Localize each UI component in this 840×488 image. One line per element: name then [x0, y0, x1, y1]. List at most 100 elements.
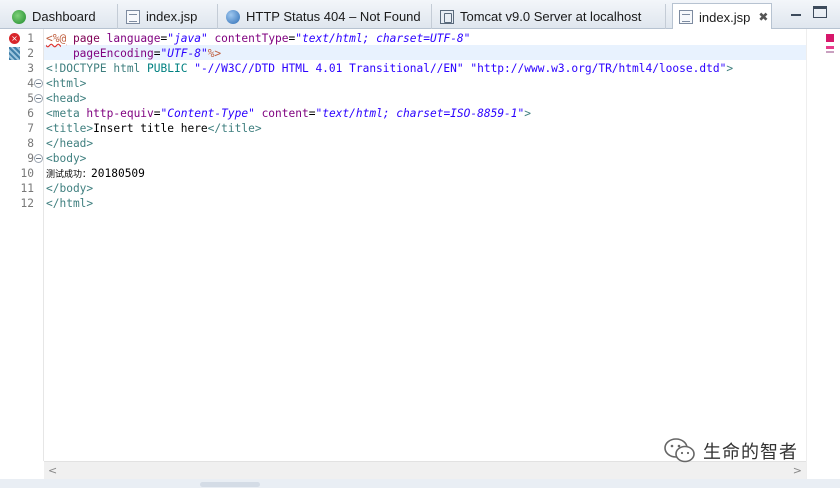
minimize-icon[interactable] — [789, 6, 803, 18]
wechat-logo-icon — [664, 438, 695, 463]
code-token: > — [726, 62, 734, 75]
code-token: 测试成功： — [46, 170, 92, 180]
tab-label: index.jsp — [699, 9, 751, 25]
tab-index-jsp[interactable]: index.jsp — [120, 4, 218, 29]
fold-toggle-icon[interactable] — [34, 79, 43, 88]
code-token: "text/html; charset=ISO-8859-1" — [315, 107, 525, 120]
code-text: <!DOCTYPE html PUBLIC "-//W3C//DTD HTML … — [46, 61, 733, 76]
maximize-icon[interactable] — [813, 6, 827, 18]
error-marker-icon[interactable]: × — [9, 33, 20, 44]
code-text: <title>Insert title here</title> — [46, 121, 262, 136]
code-text: <html> — [46, 76, 86, 91]
code-token: </title> — [207, 122, 262, 135]
line-number: 11 — [20, 182, 34, 195]
tab-label: index.jsp — [146, 9, 198, 24]
code-token: = — [153, 47, 161, 60]
code-text: </body> — [46, 181, 93, 196]
code-token: http-equiv — [86, 107, 154, 120]
code-editor[interactable]: 1 × <%@ page language="java" contentType="… — [0, 29, 840, 488]
code-token: </html> — [46, 197, 94, 210]
code-token: PUBLIC — [147, 62, 195, 75]
annotation-overview-marker[interactable] — [826, 51, 834, 53]
code-text: pageEncoding="UTF-8"%> — [46, 46, 221, 61]
jsp-file-icon — [126, 9, 140, 24]
globe-icon — [226, 9, 240, 24]
tab-index-jsp-active[interactable]: index.jsp ✖ — [672, 3, 772, 30]
watermark: 生命的智者 — [663, 437, 798, 465]
code-token: <head> — [46, 92, 87, 105]
code-token: </body> — [46, 182, 94, 195]
code-line[interactable]: 6 <meta http-equiv="Content-Type" content… — [0, 106, 800, 121]
code-line[interactable]: 1 × <%@ page language="java" contentType="… — [0, 31, 800, 46]
watermark-text: 生命的智者 — [703, 442, 798, 463]
code-token: </head> — [46, 137, 94, 150]
code-line[interactable]: 10 测试成功：20180509 — [0, 166, 800, 181]
code-token: pageEncoding — [46, 47, 154, 60]
server-icon — [440, 9, 454, 24]
code-token: language — [106, 32, 161, 45]
overview-ruler[interactable] — [806, 29, 840, 488]
code-token: 20180509 — [91, 167, 145, 180]
code-token: <%@ — [46, 32, 67, 45]
scroll-left-icon[interactable]: < — [48, 464, 57, 477]
code-line[interactable]: 4 <html> — [0, 76, 800, 91]
code-token: <body> — [46, 152, 87, 165]
status-bar — [0, 479, 840, 488]
line-number: 5 — [27, 92, 34, 105]
code-line[interactable]: 5 <head> — [0, 91, 800, 106]
line-number: 12 — [20, 197, 34, 210]
fold-toggle-icon[interactable] — [34, 94, 43, 103]
tab-tomcat-server[interactable]: Tomcat v9.0 Server at localhost — [434, 4, 666, 29]
code-line[interactable]: 7 <title>Insert title here</title> — [0, 121, 800, 136]
code-line[interactable]: 3 <!DOCTYPE html PUBLIC "-//W3C//DTD HTML… — [0, 61, 800, 76]
code-token: page — [66, 32, 107, 45]
code-token: Insert title here — [93, 122, 208, 135]
line-number: 3 — [27, 62, 34, 75]
line-number: 9 — [27, 152, 34, 165]
code-text: </html> — [46, 196, 93, 211]
code-text: <body> — [46, 151, 86, 166]
code-line[interactable]: 11 </body> — [0, 181, 800, 196]
fold-toggle-icon[interactable] — [34, 154, 43, 163]
code-token: "Content-Type" — [160, 107, 255, 120]
tab-http-404[interactable]: HTTP Status 404 – Not Found — [220, 4, 432, 29]
code-token: content — [254, 107, 309, 120]
code-token: <html> — [46, 77, 87, 90]
jsp-file-icon — [679, 10, 693, 24]
tab-dashboard[interactable]: Dashboard — [6, 4, 118, 29]
close-icon[interactable]: ✖ — [758, 10, 768, 24]
quick-diff-marker-icon[interactable] — [9, 47, 20, 60]
line-number: 6 — [27, 107, 34, 120]
tab-label: Tomcat v9.0 Server at localhost — [460, 9, 642, 24]
line-number: 4 — [27, 77, 34, 90]
annotation-overview-marker[interactable] — [826, 46, 834, 49]
dashboard-icon — [12, 9, 26, 24]
code-token: %> — [207, 47, 222, 60]
code-text: <meta http-equiv="Content-Type" content=… — [46, 106, 531, 121]
code-token: = — [153, 107, 161, 120]
code-token: "UTF-8" — [160, 47, 208, 60]
editor-tab-bar: Dashboard index.jsp HTTP Status 404 – No… — [0, 0, 840, 30]
code-line[interactable]: 8 </head> — [0, 136, 800, 151]
tab-label: Dashboard — [32, 9, 96, 24]
code-token: > — [524, 107, 532, 120]
code-token: "java" — [167, 32, 208, 45]
code-line[interactable]: 9 <body> — [0, 151, 800, 166]
line-number: 7 — [27, 122, 34, 135]
line-number: 10 — [20, 167, 34, 180]
code-token: "-//W3C//DTD HTML 4.01 Transitional//EN"… — [194, 62, 727, 75]
error-overview-marker[interactable] — [826, 34, 834, 42]
code-text: </head> — [46, 136, 93, 151]
code-token: <title> — [46, 122, 94, 135]
code-line[interactable]: 12 </html> — [0, 196, 800, 211]
tab-label: HTTP Status 404 – Not Found — [246, 9, 421, 24]
code-line[interactable]: 2 pageEncoding="UTF-8"%> — [0, 46, 800, 61]
line-number: 8 — [27, 137, 34, 150]
code-token: contentType — [207, 32, 289, 45]
code-token: "text/html; charset=UTF-8" — [295, 32, 471, 45]
code-text: <%@ page language="java" contentType="te… — [46, 31, 470, 46]
scroll-right-icon[interactable]: > — [793, 464, 802, 477]
code-token: <meta — [46, 107, 87, 120]
code-token: <!DOCTYPE html — [46, 62, 148, 75]
code-text: <head> — [46, 91, 86, 106]
